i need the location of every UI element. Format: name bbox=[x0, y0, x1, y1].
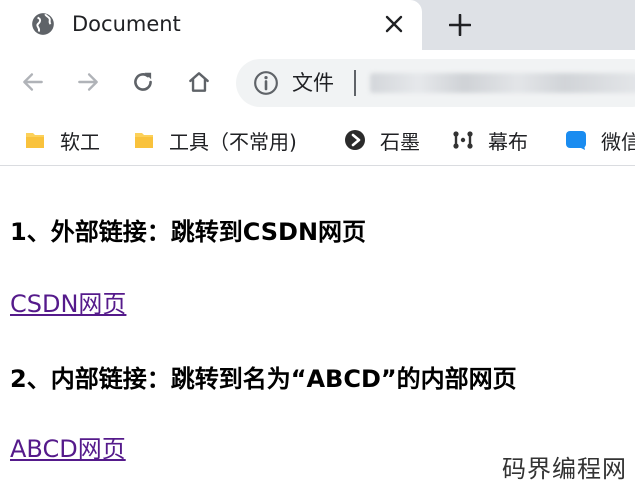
bookmark-shimo[interactable]: 石墨 bbox=[344, 124, 420, 156]
page-content: 1、外部链接：跳转到CSDN网页 CSDN网页 2、内部链接：跳转到名为“ABC… bbox=[0, 166, 635, 490]
bookmarks-bar: 软工 工具（不常用) 石墨 幕布 微信 bbox=[0, 114, 635, 166]
mubu-icon bbox=[453, 131, 473, 149]
folder-icon bbox=[26, 133, 44, 148]
tab-document[interactable]: Document bbox=[0, 0, 422, 50]
close-tab-button[interactable] bbox=[380, 10, 408, 38]
tab-title: Document bbox=[72, 12, 181, 36]
csdn-link[interactable]: CSDN网页 bbox=[10, 284, 126, 319]
info-icon[interactable] bbox=[253, 70, 279, 96]
watermark: 码界编程网 bbox=[502, 455, 627, 483]
bookmark-wechat[interactable]: 微信 bbox=[565, 124, 635, 156]
bookmark-label: 幕布 bbox=[488, 129, 528, 154]
address-url-blurred bbox=[370, 73, 635, 93]
wechat-icon bbox=[566, 131, 586, 150]
folder-icon bbox=[135, 133, 153, 148]
bookmark-label: 石墨 bbox=[380, 129, 420, 154]
forward-arrow-icon bbox=[78, 73, 98, 91]
browser-toolbar: 文件 bbox=[0, 50, 635, 114]
reload-icon bbox=[134, 72, 152, 91]
bookmark-mubu[interactable]: 幕布 bbox=[452, 124, 528, 156]
bookmark-label: 微信 bbox=[601, 129, 635, 154]
close-icon bbox=[385, 15, 403, 33]
heading-external-link: 1、外部链接：跳转到CSDN网页 bbox=[10, 218, 367, 246]
abcd-link[interactable]: ABCD网页 bbox=[10, 429, 126, 464]
bookmark-label: 工具（不常用) bbox=[169, 129, 297, 154]
bookmark-folder-tools[interactable]: 工具（不常用) bbox=[133, 124, 297, 156]
bookmark-folder-ruangong[interactable]: 软工 bbox=[24, 124, 100, 156]
back-button[interactable] bbox=[18, 67, 48, 97]
forward-button[interactable] bbox=[73, 67, 103, 97]
bookmark-label: 软工 bbox=[60, 129, 100, 154]
address-scheme-label: 文件 bbox=[292, 71, 334, 95]
reload-button[interactable] bbox=[128, 67, 158, 97]
tab-strip: Document bbox=[0, 0, 635, 50]
new-tab-button[interactable] bbox=[444, 9, 476, 41]
back-arrow-icon bbox=[23, 73, 43, 91]
home-button[interactable] bbox=[184, 67, 214, 97]
home-icon bbox=[189, 72, 209, 92]
address-separator bbox=[354, 70, 356, 96]
plus-icon bbox=[449, 14, 471, 36]
heading-internal-link: 2、内部链接：跳转到名为“ABCD”的内部网页 bbox=[10, 365, 517, 393]
shimo-icon bbox=[345, 130, 365, 150]
globe-icon bbox=[32, 13, 54, 35]
address-bar[interactable]: 文件 bbox=[236, 59, 635, 107]
